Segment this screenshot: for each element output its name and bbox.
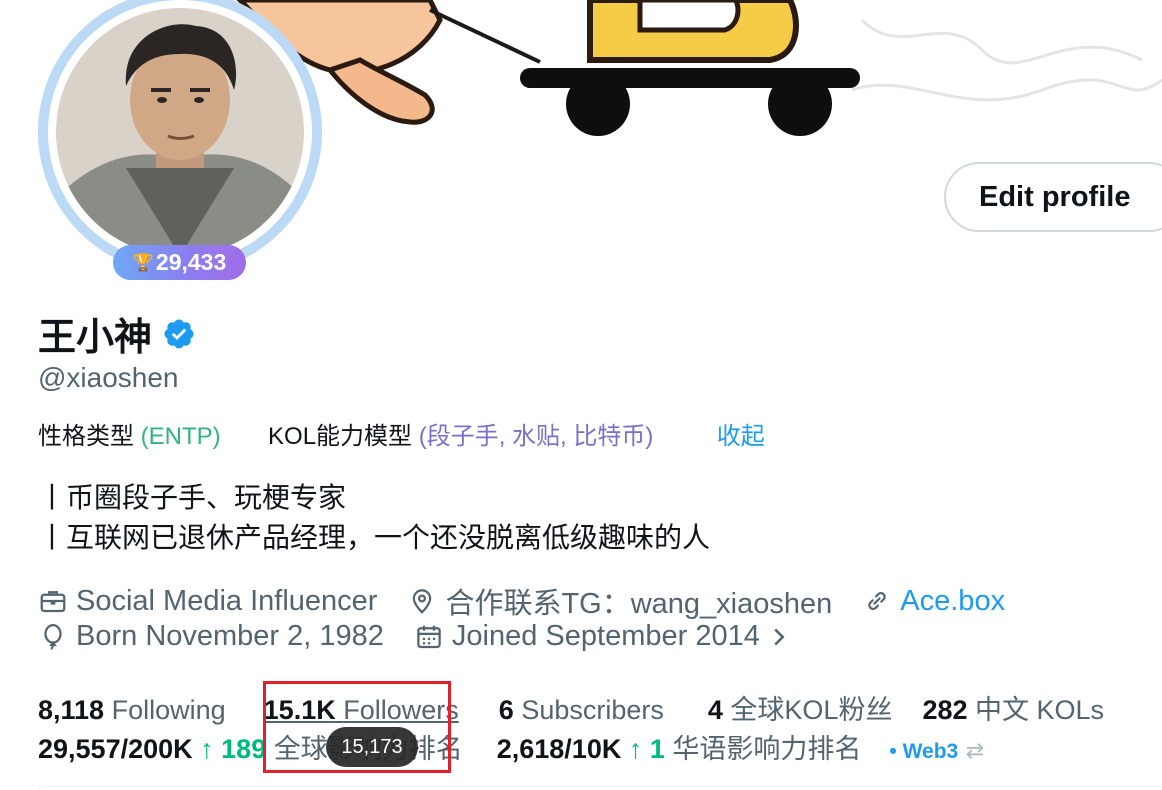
cn-rank-stat[interactable]: 2,618/10K ↑ 1 华语影响力排名 [497,734,862,764]
website-link[interactable]: Ace.box [900,585,1005,618]
cn-rank-label: 华语影响力排名 [672,734,862,764]
bio-line: 丨币圈段子手、玩梗专家 [38,482,347,513]
subscribers-label: Subscribers [521,695,664,725]
cn-kol-stat[interactable]: 282 中文 KOLs [922,695,1104,725]
kol-model-value[interactable]: (段子手, 水贴, 比特币) [419,423,654,450]
joined-item[interactable]: Joined September 2014 [414,620,790,653]
score-value: 29,433 [155,249,227,275]
global-kol-label: 全球KOL粉丝 [730,695,893,725]
location-item: 合作联系TG：wang_xiaoshen [407,580,832,622]
avatar-photo [56,8,304,256]
global-kol-count: 4 [707,695,723,725]
verified-badge-icon[interactable] [162,317,196,351]
profession-item: Social Media Influencer [38,585,377,618]
global-rank-change: ↑ 189 [200,734,267,764]
profile-meta-row-2: Born November 2, 1982 Joined September 2… [38,620,820,653]
location-pin-icon [413,589,432,614]
section-divider [38,786,1162,790]
followers-tooltip: 15,173 [326,727,418,767]
cn-kol-count: 282 [922,695,968,725]
cn-rank-value: 2,618/10K [496,734,622,764]
web3-tag[interactable]: • Web3 [889,740,958,763]
balloon-icon [44,623,62,650]
calendar-icon [417,625,441,648]
profession-text: Social Media Influencer [76,584,378,617]
stats-row-1: 8,118 Following 15.1K Followers 6 Subscrib… [38,688,1104,727]
cn-kol-label: 中文 KOLs [975,695,1105,725]
username-handle: @xiaoshen [38,362,179,393]
kol-model-label: KOL能力模型 [268,423,413,450]
swap-icon[interactable]: ⇄ [966,738,984,763]
subscribers-stat[interactable]: 6 Subscribers [499,695,664,725]
score-badge[interactable]: 🏆 29,433 [113,245,246,280]
global-rank-value: 29,557/200K [38,734,193,764]
personality-value[interactable]: (ENTP) [141,423,221,450]
collapse-link[interactable]: 收起 [717,423,765,450]
stats-row-2: 29,557/200K ↑ 189 全球影响力排名2,618/10K ↑ 1 华… [38,727,984,766]
briefcase-icon [40,591,66,613]
cn-rank-change: ↑ 1 [628,734,665,764]
profile-bio: 丨币圈段子手、玩梗专家 丨互联网已退休产品经理，一个还没脱离低级趣味的人 [38,478,710,558]
website-item[interactable]: Ace.box [862,585,1005,618]
banner-doodle [851,18,1162,102]
chevron-right-icon[interactable] [768,622,790,652]
birthday-text: Born November 2, 1982 [76,620,384,652]
display-name: 王小神 [38,317,153,359]
following-stat[interactable]: 8,118 Following [38,695,226,725]
joined-text: Joined September 2014 [451,620,760,652]
birthday-item: Born November 2, 1982 [38,620,384,653]
following-label: Following [111,695,226,725]
personality-label: 性格类型 [38,423,134,450]
following-count: 8,118 [38,695,105,725]
global-kol-stat[interactable]: 4 全球KOL粉丝 [708,695,893,725]
profile-tags: 性格类型 (ENTP) KOL能力模型 (段子手, 水贴, 比特币) 收起 [38,416,765,451]
bio-line: 丨互联网已退休产品经理，一个还没脱离低级趣味的人 [38,522,711,553]
link-icon [868,592,886,610]
avatar[interactable] [56,8,304,256]
location-text: 合作联系TG：wang_xiaoshen [445,588,833,620]
profile-meta-row-1: Social Media Influencer 合作联系TG：wang_xiao… [38,580,1035,622]
subscribers-count: 6 [498,695,514,725]
name-row: 王小神 [38,306,196,361]
trophy-icon: 🏆 [132,252,154,272]
edit-profile-button[interactable]: Edit profile [944,162,1162,232]
